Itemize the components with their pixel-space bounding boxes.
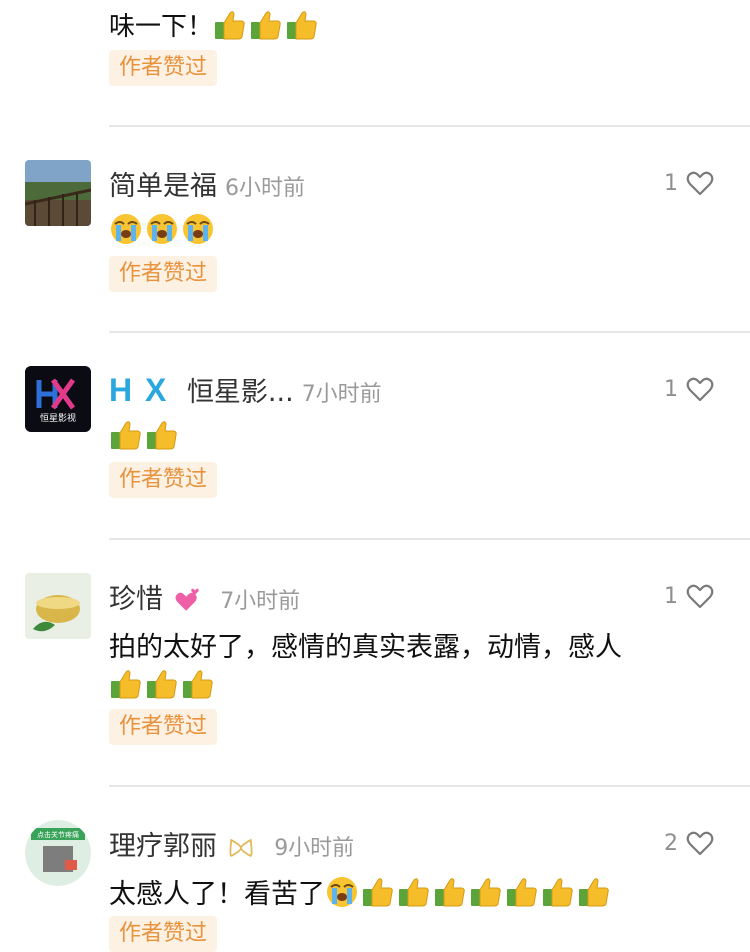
like-button[interactable]: 1 — [664, 583, 714, 609]
comment-text — [109, 418, 181, 452]
like-count: 1 — [664, 170, 678, 196]
heart-icon — [686, 583, 714, 609]
thumbs-up-icon — [213, 8, 247, 42]
crying-face-icon — [145, 212, 179, 246]
heart-icon — [686, 376, 714, 402]
hx-logo-text: H X — [109, 372, 169, 408]
comment-text: 拍的太好了，感情的真实表露，动情，感人 — [109, 625, 622, 664]
logo-caption: 恒星影视 — [40, 412, 76, 424]
thumbs-up-icon — [361, 875, 395, 909]
ribbon-icon — [229, 838, 253, 857]
thumbs-up-icon — [109, 418, 143, 452]
thumbs-up-icon — [577, 875, 611, 909]
like-button[interactable]: 2 — [664, 830, 714, 856]
comment-text — [109, 212, 217, 246]
divider — [109, 785, 750, 787]
comment-time: 6小时前 — [225, 176, 305, 201]
thumbs-up-icon — [541, 875, 575, 909]
author-liked-badge: 作者赞过 — [109, 256, 218, 292]
thumbs-up-icon — [249, 8, 283, 42]
commenter-name[interactable]: 珍惜 7小时前 — [109, 577, 300, 616]
author-liked-badge: 作者赞过 — [109, 709, 218, 745]
comment-text: 太感人了！看苦了 — [109, 872, 613, 911]
comment-text-body: 拍的太好了，感情的真实表露，动情，感人 — [109, 632, 622, 663]
thumbs-up-icon — [433, 875, 467, 909]
thumbs-up-icon — [109, 667, 143, 701]
thumbs-up-icon — [397, 875, 431, 909]
thumbs-up-icon — [145, 667, 179, 701]
comment-time: 7小时前 — [301, 382, 382, 407]
avatar[interactable] — [25, 160, 91, 226]
divider — [109, 538, 750, 540]
like-count: 2 — [664, 830, 678, 856]
thumbs-up-icon — [469, 875, 503, 909]
author-liked-badge: 作者赞过 — [109, 916, 218, 952]
comment-text-body: 太感人了！看苦了 — [109, 879, 325, 910]
avatar[interactable]: 恒星影视 — [25, 366, 91, 432]
thumbs-up-icon — [285, 8, 319, 42]
crying-face-icon — [325, 875, 359, 909]
commenter-name[interactable]: H X 恒星影... 7小时前 — [109, 370, 382, 409]
comment-text-body: 味一下！ — [109, 12, 214, 42]
avatar[interactable]: 点击关节疼痛 — [25, 820, 91, 886]
divider — [109, 331, 750, 333]
heart-icon — [686, 170, 714, 196]
thumbs-up-icon — [181, 667, 215, 701]
heart-icon — [686, 830, 714, 856]
commenter-name[interactable]: 简单是福 6小时前 — [109, 164, 305, 203]
like-count: 1 — [664, 583, 678, 609]
comment-time: 7小时前 — [220, 589, 301, 614]
avatar[interactable] — [25, 573, 91, 639]
revolving-hearts-icon — [175, 588, 199, 611]
commenter-name[interactable]: 理疗郭丽 9小时前 — [109, 824, 354, 863]
author-liked-badge: 作者赞过 — [109, 50, 218, 86]
avatar-caption: 点击关节疼痛 — [37, 830, 79, 839]
comment-time: 9小时前 — [274, 836, 355, 861]
crying-face-icon — [109, 212, 143, 246]
divider — [109, 125, 750, 127]
comment-emojis — [109, 667, 217, 701]
comment-text: 味一下！ — [109, 6, 321, 43]
like-button[interactable]: 1 — [664, 376, 714, 402]
like-count: 1 — [664, 376, 678, 402]
thumbs-up-icon — [145, 418, 179, 452]
crying-face-icon — [181, 212, 215, 246]
like-button[interactable]: 1 — [664, 170, 714, 196]
thumbs-up-icon — [505, 875, 539, 909]
author-liked-badge: 作者赞过 — [109, 462, 218, 498]
